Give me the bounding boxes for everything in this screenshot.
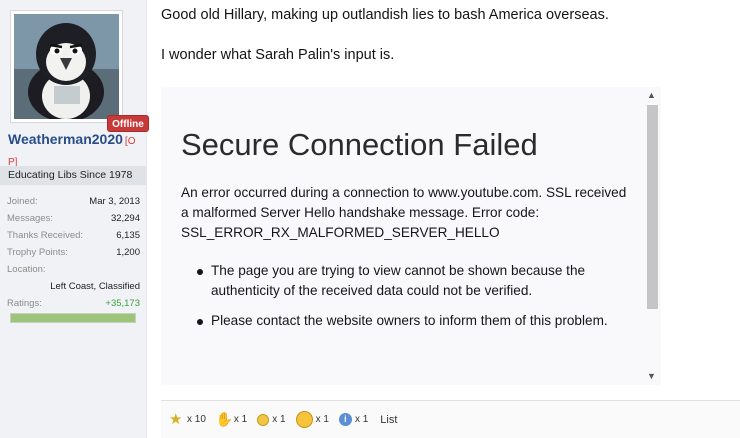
thumbs-up-icon: ✋ (215, 411, 234, 427)
post-text-line: Good old Hillary, making up outlandish l… (161, 7, 609, 23)
reaction-thumbs-up[interactable]: ✋ x 1 (216, 412, 247, 427)
stat-label: Location: (7, 264, 46, 275)
reaction-wink[interactable]: x 1 (295, 411, 329, 428)
error-description: An error occurred during a connection to… (181, 185, 627, 240)
stat-label: Joined: (7, 196, 38, 207)
reaction-count: x 1 (315, 414, 329, 425)
reaction-count: x 1 (272, 414, 286, 425)
post-text-line: I wonder what Sarah Palin's input is. (161, 47, 395, 63)
bullet-text: The page you are trying to view cannot b… (211, 263, 586, 298)
stat-ratings: Ratings: +35,173 (7, 295, 140, 312)
scroll-up-icon[interactable]: ▲ (647, 90, 656, 100)
stat-location: Location: (7, 261, 140, 278)
ratings-value: +35,173 (105, 298, 140, 309)
list-item: The page you are trying to view cannot b… (197, 261, 627, 301)
stat-value: Mar 3, 2013 (89, 196, 140, 207)
scroll-down-icon[interactable]: ▼ (647, 371, 656, 381)
embedded-error-frame: Secure Connection Failed An error occurr… (161, 87, 661, 385)
stat-messages: Messages: 32,294 (7, 210, 140, 227)
username-text: Weatherman2020 (8, 131, 123, 147)
reaction-count: x 1 (233, 414, 248, 425)
avatar[interactable] (10, 10, 123, 123)
reaction-smile[interactable]: x 1 (257, 413, 286, 426)
reaction-trophy[interactable]: ★ x 10 (169, 412, 206, 427)
stat-thanks: Thanks Received: 6,135 (7, 227, 140, 244)
stat-label: Messages: (7, 213, 53, 224)
user-title: Educating Libs Since 1978 (0, 166, 146, 185)
wink-icon (295, 411, 313, 428)
info-icon: i (338, 413, 352, 426)
rating-bar-fill (11, 314, 135, 322)
reaction-count: x 1 (354, 414, 369, 425)
bullet-text: Please contact the website owners to inf… (211, 313, 608, 328)
stat-label: Trophy Points: (7, 247, 68, 258)
bullet-icon (197, 319, 203, 325)
penguin-avatar-icon (14, 14, 119, 119)
user-panel: Offline Weatherman2020 [OP] Educating Lib… (0, 0, 149, 438)
scroll-thumb[interactable] (647, 105, 658, 309)
list-item: Please contact the website owners to inf… (197, 311, 627, 331)
reaction-count: x 10 (187, 414, 206, 425)
error-title: Secure Connection Failed (181, 127, 538, 162)
stat-joined: Joined: Mar 3, 2013 (7, 193, 140, 210)
stat-trophy-points: Trophy Points: 1,200 (7, 244, 140, 261)
reactions-bar: ★ x 10 ✋ x 1 x 1 x 1 i x 1 List (161, 400, 740, 438)
reactions-list-link[interactable]: List (380, 414, 397, 426)
stat-label: Ratings: (7, 298, 42, 309)
smile-icon (257, 413, 270, 426)
user-stats: Joined: Mar 3, 2013 Messages: 32,294 Tha… (7, 193, 140, 312)
rating-bar (10, 313, 136, 323)
bullet-icon (197, 269, 203, 275)
stat-label: Thanks Received: (7, 230, 84, 241)
location-value[interactable]: Left Coast, Classified (7, 278, 140, 295)
trophy-star-icon: ★ (169, 411, 183, 428)
stat-value[interactable]: 32,294 (111, 210, 140, 227)
stat-value[interactable]: 1,200 (116, 244, 140, 261)
error-bullet-list: The page you are trying to view cannot b… (197, 261, 627, 341)
stat-value: 6,135 (116, 230, 140, 241)
embed-scrollbar[interactable]: ▲ ▼ (644, 87, 661, 385)
reaction-info[interactable]: i x 1 (338, 413, 369, 426)
